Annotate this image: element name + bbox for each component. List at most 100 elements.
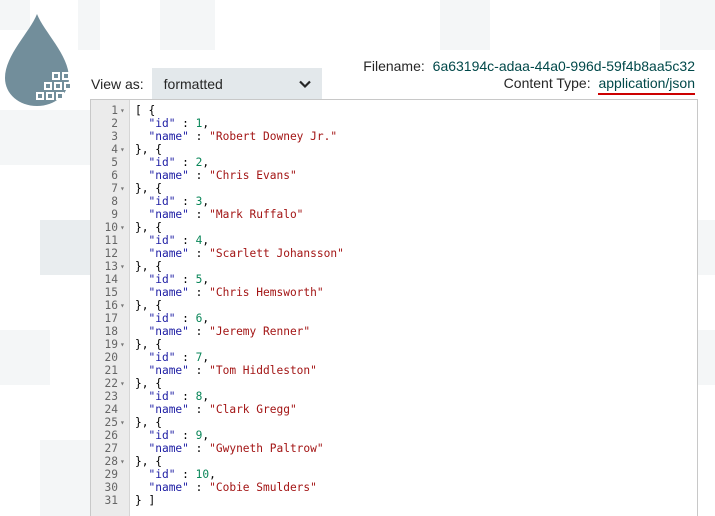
fold-arrow-icon[interactable]: ▾ xyxy=(120,338,125,351)
code-token: : xyxy=(175,351,196,364)
line-number: 5 xyxy=(111,156,118,169)
code-token: : xyxy=(175,117,196,130)
code-line: 30 "name" : "Cobie Smulders" xyxy=(91,481,697,494)
code-token: [ { xyxy=(135,104,156,117)
fold-arrow-icon[interactable]: ▾ xyxy=(120,221,125,234)
code-line: 3 "name" : "Robert Downey Jr." xyxy=(91,130,697,143)
code-text: "id" : 10, xyxy=(135,468,216,481)
code-line: 24 "name" : "Clark Gregg" xyxy=(91,403,697,416)
droplet-logo-icon xyxy=(5,14,72,106)
code-text: "id" : 2, xyxy=(135,156,209,169)
content-type-value: application/json xyxy=(598,75,695,95)
json-key: "name" xyxy=(148,130,189,143)
view-as-control: View as: formatted xyxy=(91,68,322,99)
json-string: "Tom Hiddleston" xyxy=(209,364,317,377)
fold-arrow-icon[interactable]: ▾ xyxy=(120,455,125,468)
json-string: "Jeremy Renner" xyxy=(209,325,311,338)
line-number: 6 xyxy=(111,169,118,182)
code-token: }, { xyxy=(135,416,162,429)
code-text: "id" : 6, xyxy=(135,312,209,325)
json-key: "id" xyxy=(148,390,176,403)
json-key: "id" xyxy=(148,234,176,247)
line-number: 28 xyxy=(104,455,118,468)
code-text: "name" : "Chris Hemsworth" xyxy=(135,286,323,299)
code-line: 4 ▾}, { xyxy=(91,143,697,156)
line-number: 29 xyxy=(104,468,118,481)
code-text: "name" : "Scarlett Johansson" xyxy=(135,247,343,260)
code-token: }, { xyxy=(135,377,162,390)
json-key: "id" xyxy=(148,468,176,481)
code-text: "name" : "Mark Ruffalo" xyxy=(135,208,303,221)
code-line: 22 ▾ }, { xyxy=(91,377,697,390)
code-text: }, { xyxy=(135,221,162,234)
json-key: "id" xyxy=(148,117,176,130)
code-line: 26 "id" : 9, xyxy=(91,429,697,442)
code-line: 19 ▾}, { xyxy=(91,338,697,351)
json-key: "name" xyxy=(148,442,189,455)
code-text: }, { xyxy=(135,416,162,429)
line-number: 8 xyxy=(111,195,118,208)
filename-row: Filename: 6a63194c-adaa-44a0-996d-59f4b8… xyxy=(363,58,695,74)
code-line: 23 "id" : 8, xyxy=(91,390,697,403)
code-lines: 1 ▾[ {2 "id" : 1, 3 "name" : "Robert Downe… xyxy=(91,104,697,507)
code-text: "name" : "Chris Evans" xyxy=(135,169,297,182)
line-number: 16 xyxy=(104,299,118,312)
code-text: }, { xyxy=(135,143,162,156)
line-number: 18 xyxy=(104,325,118,338)
json-string: "Chris Evans" xyxy=(209,169,297,182)
json-key: "name" xyxy=(148,325,189,338)
code-line: 2 "id" : 1, xyxy=(91,117,697,130)
bg-tile xyxy=(660,0,715,50)
line-number: 17 xyxy=(104,312,118,325)
code-token: }, { xyxy=(135,338,162,351)
fold-arrow-icon[interactable]: ▾ xyxy=(120,299,125,312)
bg-tile xyxy=(698,220,715,275)
line-number: 30 xyxy=(104,481,118,494)
line-number: 11 xyxy=(104,234,118,247)
code-token: , xyxy=(209,468,216,481)
line-number: 12 xyxy=(104,247,118,260)
code-token: : xyxy=(175,312,196,325)
fold-arrow-icon[interactable]: ▾ xyxy=(120,416,125,429)
json-key: "id" xyxy=(148,195,176,208)
bg-tile xyxy=(78,0,100,50)
code-line: 6 "name" : "Chris Evans" xyxy=(91,169,697,182)
fold-arrow-icon[interactable]: ▾ xyxy=(120,104,125,117)
json-string: "Robert Downey Jr." xyxy=(209,130,338,143)
code-token: : xyxy=(188,247,210,260)
code-token: : xyxy=(188,481,210,494)
code-line: 18 "name" : "Jeremy Renner" xyxy=(91,325,697,338)
fold-arrow-icon[interactable]: ▾ xyxy=(120,377,125,390)
line-number: 22 xyxy=(104,377,118,390)
json-key: "id" xyxy=(148,429,176,442)
code-text: "id" : 3, xyxy=(135,195,209,208)
line-number: 2 xyxy=(111,117,118,130)
fold-arrow-icon[interactable]: ▾ xyxy=(120,143,125,156)
json-key: "id" xyxy=(148,273,176,286)
fold-arrow-icon[interactable]: ▾ xyxy=(120,260,125,273)
code-line: 12 "name" : "Scarlett Johansson" xyxy=(91,247,697,260)
code-text: } ] xyxy=(135,494,155,507)
code-line: 28 ▾ }, { xyxy=(91,455,697,468)
bg-tile xyxy=(440,0,490,50)
code-token: : xyxy=(175,468,196,481)
code-text: }, { xyxy=(135,260,162,273)
json-key: "name" xyxy=(148,364,189,377)
json-key: "name" xyxy=(148,286,189,299)
bg-tile xyxy=(0,110,90,165)
json-key: "name" xyxy=(148,208,189,221)
line-number: 3 xyxy=(111,130,118,143)
json-editor[interactable]: 1 ▾[ {2 "id" : 1, 3 "name" : "Robert Downe… xyxy=(90,99,698,516)
code-token: }, { xyxy=(135,455,162,468)
code-line: 21 "name" : "Tom Hiddleston" xyxy=(91,364,697,377)
json-string: "Cobie Smulders" xyxy=(209,481,317,494)
content-type-label: Content Type: xyxy=(503,75,591,91)
line-number: 7 xyxy=(111,182,118,195)
line-number: 24 xyxy=(104,403,118,416)
fold-arrow-icon[interactable]: ▾ xyxy=(120,182,125,195)
view-as-select[interactable]: formatted xyxy=(151,68,322,99)
